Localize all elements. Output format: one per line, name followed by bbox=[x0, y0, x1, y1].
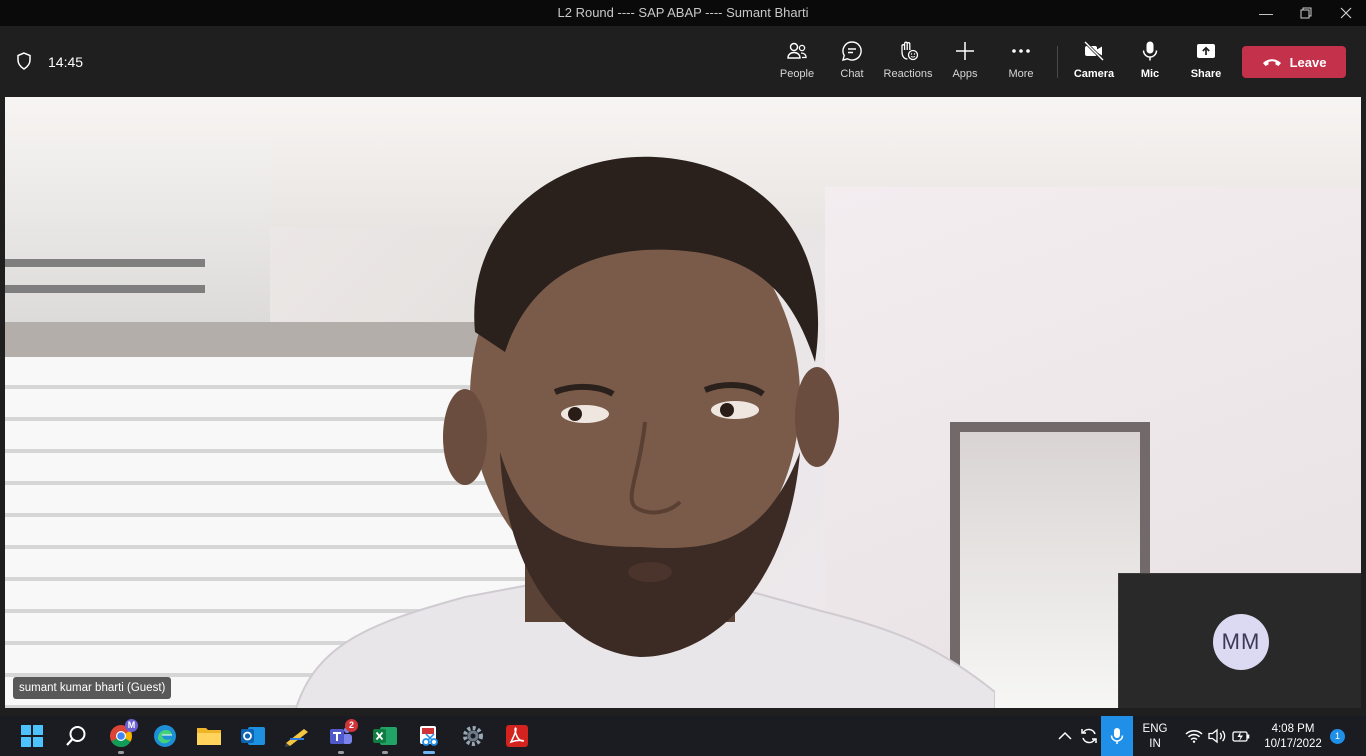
speaker-icon bbox=[1208, 728, 1226, 744]
settings-taskbar-button[interactable] bbox=[459, 722, 487, 750]
folder-icon bbox=[197, 728, 221, 745]
chat-icon bbox=[842, 41, 862, 61]
input-language-indicator[interactable]: ENG IN bbox=[1139, 722, 1171, 752]
mic-icon bbox=[1142, 41, 1158, 61]
chevron-up-icon bbox=[1058, 731, 1072, 740]
excel-taskbar-button[interactable] bbox=[371, 722, 399, 754]
search-button[interactable] bbox=[62, 722, 90, 750]
snipping-tool-icon bbox=[420, 726, 438, 746]
gear-icon bbox=[463, 726, 483, 746]
edge-icon bbox=[154, 725, 176, 747]
chrome-profile-badge: M bbox=[125, 719, 138, 732]
clock[interactable]: 4:08 PM 10/17/2022 bbox=[1258, 722, 1328, 752]
notification-count-badge[interactable]: 1 bbox=[1330, 729, 1345, 744]
teams-notification-badge: 2 bbox=[345, 719, 358, 732]
self-view-tile[interactable]: MM bbox=[1118, 573, 1361, 708]
teams-taskbar-button[interactable]: 2 bbox=[327, 719, 358, 754]
mic-button[interactable]: Mic bbox=[1122, 40, 1178, 86]
people-icon bbox=[787, 42, 807, 59]
camera-button[interactable]: Camera bbox=[1066, 40, 1122, 86]
windows-logo-icon bbox=[21, 725, 43, 747]
participant-name-label: sumant kumar bharti (Guest) bbox=[13, 677, 172, 699]
region-label: IN bbox=[1149, 738, 1161, 750]
window-title: L2 Round ---- SAP ABAP ---- Sumant Bhart… bbox=[557, 5, 809, 20]
mic-label: Mic bbox=[1140, 68, 1160, 80]
apps-label: Apps bbox=[952, 68, 978, 80]
mic-icon bbox=[1110, 728, 1124, 744]
meeting-timer: 14:45 bbox=[48, 54, 84, 70]
file-explorer-taskbar-button[interactable] bbox=[195, 722, 223, 750]
pen-icon bbox=[285, 729, 308, 747]
reactions-button[interactable]: Reactions bbox=[880, 40, 936, 86]
avatar: MM bbox=[1213, 614, 1269, 670]
raise-hand-icon bbox=[901, 41, 919, 61]
people-label: People bbox=[779, 68, 815, 80]
shield-icon[interactable] bbox=[16, 52, 32, 70]
camera-label: Camera bbox=[1073, 68, 1115, 80]
restore-button[interactable] bbox=[1286, 0, 1326, 26]
edge-taskbar-button[interactable] bbox=[151, 722, 179, 750]
sync-tray-button[interactable] bbox=[1075, 722, 1103, 750]
share-button[interactable]: Share bbox=[1178, 40, 1234, 86]
microphone-in-use-button[interactable] bbox=[1101, 716, 1133, 756]
battery-button[interactable] bbox=[1227, 722, 1255, 750]
outlook-icon bbox=[241, 727, 265, 745]
notepad-taskbar-button[interactable] bbox=[283, 722, 311, 750]
more-dots-icon bbox=[1012, 49, 1030, 53]
close-button[interactable] bbox=[1326, 0, 1366, 26]
plus-icon bbox=[956, 42, 974, 60]
start-button[interactable] bbox=[18, 722, 46, 750]
leave-button[interactable]: Leave bbox=[1242, 46, 1346, 78]
hang-up-icon bbox=[1262, 59, 1281, 66]
chat-label: Chat bbox=[840, 68, 864, 80]
more-label: More bbox=[1008, 68, 1034, 80]
language-label: ENG bbox=[1142, 723, 1168, 735]
windows-taskbar: M 2 ENG IN 4:08 PM 10/17/2022 1 bbox=[0, 716, 1366, 756]
excel-icon bbox=[373, 727, 397, 745]
people-button[interactable]: People bbox=[769, 40, 825, 86]
toolbar-divider bbox=[1057, 46, 1058, 78]
title-bar: L2 Round ---- SAP ABAP ---- Sumant Bhart… bbox=[0, 0, 1366, 26]
acrobat-taskbar-button[interactable] bbox=[503, 722, 531, 750]
search-icon bbox=[66, 726, 86, 746]
reactions-label: Reactions bbox=[883, 68, 933, 80]
meeting-toolbar: 14:45 People Chat Reactions Apps More Ca… bbox=[0, 26, 1366, 96]
snipping-tool-taskbar-button[interactable] bbox=[415, 722, 443, 754]
clock-date: 10/17/2022 bbox=[1264, 738, 1322, 750]
outlook-taskbar-button[interactable] bbox=[239, 722, 267, 750]
battery-charging-icon bbox=[1232, 731, 1250, 742]
share-tray-icon bbox=[1197, 44, 1215, 58]
clock-time: 4:08 PM bbox=[1271, 723, 1315, 735]
minimize-button[interactable]: — bbox=[1246, 0, 1286, 26]
sync-icon bbox=[1081, 728, 1097, 744]
share-label: Share bbox=[1190, 68, 1222, 80]
acrobat-icon bbox=[506, 725, 528, 747]
camera-off-icon bbox=[1083, 40, 1105, 62]
video-air-conditioner bbox=[5, 137, 270, 322]
chrome-taskbar-button[interactable]: M bbox=[107, 719, 138, 754]
chat-button[interactable]: Chat bbox=[824, 40, 880, 86]
teams-meeting-window: L2 Round ---- SAP ABAP ---- Sumant Bhart… bbox=[0, 0, 1366, 756]
leave-label: Leave bbox=[1289, 54, 1327, 70]
more-button[interactable]: More bbox=[993, 40, 1049, 86]
wifi-icon bbox=[1185, 730, 1203, 743]
participant-figure bbox=[295, 156, 995, 708]
apps-button[interactable]: Apps bbox=[937, 40, 993, 86]
